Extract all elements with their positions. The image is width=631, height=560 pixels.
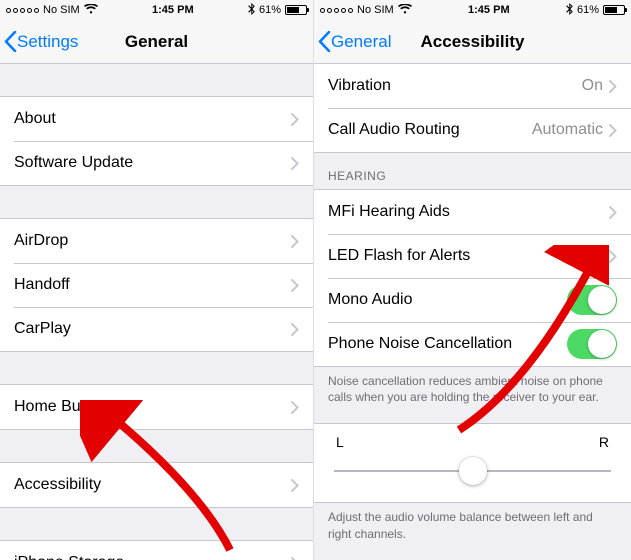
cell-call-audio-routing[interactable]: Call Audio RoutingAutomatic [314,108,631,152]
status-bar: No SIM 1:45 PM 61% [0,0,313,20]
battery-percent: 61% [259,4,281,16]
footer-noise-cancellation: Noise cancellation reduces ambient noise… [314,367,631,405]
chevron-right-icon [291,557,299,560]
battery-percent: 61% [577,4,599,16]
cell-label: MFi Hearing Aids [328,203,609,221]
back-label: Settings [17,32,78,52]
status-time: 1:45 PM [412,4,566,16]
cell-led-flash[interactable]: LED Flash for AlertsOff [314,234,631,278]
cell-iphone-storage[interactable]: iPhone Storage [0,541,313,560]
chevron-right-icon [609,250,617,263]
back-button[interactable]: Settings [4,31,78,52]
cell-airdrop[interactable]: AirDrop [0,219,313,263]
nav-bar: General Accessibility [314,20,631,64]
balance-slider[interactable] [334,456,611,486]
chevron-right-icon [291,279,299,292]
back-button[interactable]: General [318,31,391,52]
chevron-right-icon [291,157,299,170]
signal-icon [6,8,39,13]
chevron-right-icon [291,235,299,248]
cell-label: Mono Audio [328,291,567,309]
chevron-right-icon [291,401,299,414]
carrier-label: No SIM [43,4,80,16]
chevron-right-icon [291,479,299,492]
cell-label: About [14,110,291,128]
group-home: Home Button [0,384,313,430]
cell-noise-cancellation: Phone Noise Cancellation [314,322,631,366]
cell-label: iPhone Storage [14,554,291,560]
cell-software-update[interactable]: Software Update [0,141,313,185]
cell-label: CarPlay [14,320,291,338]
balance-slider-row: L R [314,423,631,503]
cell-label: AirDrop [14,232,291,250]
section-header-hearing: Hearing [314,153,631,189]
group-storage: iPhone Storage Background App Refresh [0,540,313,560]
group-hearing: MFi Hearing Aids LED Flash for AlertsOff… [314,189,631,367]
screen-accessibility: No SIM 1:45 PM 61% General Accessibility… [314,0,631,560]
cell-label: Phone Noise Cancellation [328,335,567,353]
carrier-label: No SIM [357,4,394,16]
toggle-noise-cancellation[interactable] [567,329,617,359]
bluetooth-icon [566,3,573,18]
cell-accessibility[interactable]: Accessibility [0,463,313,507]
signal-icon [320,8,353,13]
wifi-icon [398,4,412,17]
cell-value: Off [582,247,603,265]
cell-label: Vibration [328,77,582,95]
cell-label: Home Button [14,398,291,416]
cell-label: Software Update [14,154,291,172]
wifi-icon [84,4,98,17]
toggle-mono-audio[interactable] [567,285,617,315]
cell-label: Accessibility [14,476,291,494]
chevron-right-icon [609,124,617,137]
cell-mfi-hearing-aids[interactable]: MFi Hearing Aids [314,190,631,234]
group-sharing: AirDrop Handoff CarPlay [0,218,313,352]
bluetooth-icon [248,3,255,18]
battery-icon [285,5,307,15]
balance-label-right: R [599,434,609,450]
cell-handoff[interactable]: Handoff [0,263,313,307]
cell-value: On [582,77,603,95]
chevron-right-icon [291,113,299,126]
battery-icon [603,5,625,15]
balance-label-left: L [336,434,344,450]
cell-value: Automatic [532,121,603,139]
status-bar: No SIM 1:45 PM 61% [314,0,631,20]
cell-mono-audio: Mono Audio [314,278,631,322]
nav-bar: Settings General [0,20,313,64]
cell-label: Call Audio Routing [328,121,532,139]
cell-carplay[interactable]: CarPlay [0,307,313,351]
screen-general: No SIM 1:45 PM 61% Settings General Abou… [0,0,314,560]
cell-home-button[interactable]: Home Button [0,385,313,429]
cell-label: LED Flash for Alerts [328,247,582,265]
group-about: About Software Update [0,96,313,186]
group-top: VibrationOn Call Audio RoutingAutomatic [314,64,631,153]
chevron-right-icon [291,323,299,336]
group-accessibility: Accessibility [0,462,313,508]
back-label: General [331,32,391,52]
cell-about[interactable]: About [0,97,313,141]
status-time: 1:45 PM [98,4,248,16]
cell-vibration[interactable]: VibrationOn [314,64,631,108]
chevron-right-icon [609,80,617,93]
cell-label: Handoff [14,276,291,294]
chevron-right-icon [609,206,617,219]
slider-thumb[interactable] [459,457,487,485]
footer-balance: Adjust the audio volume balance between … [314,503,631,541]
